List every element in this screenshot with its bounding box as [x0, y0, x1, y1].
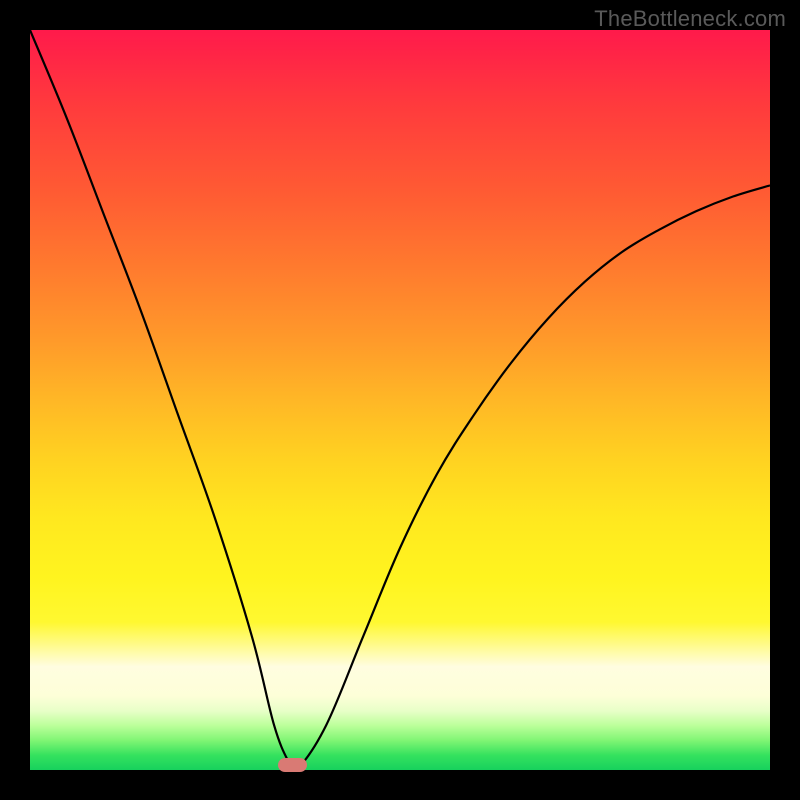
watermark-text: TheBottleneck.com [594, 6, 786, 32]
chart-frame: TheBottleneck.com [0, 0, 800, 800]
plot-area [30, 30, 770, 770]
bottleneck-curve [30, 30, 770, 770]
optimal-marker [278, 758, 308, 772]
curve-path [30, 30, 770, 770]
